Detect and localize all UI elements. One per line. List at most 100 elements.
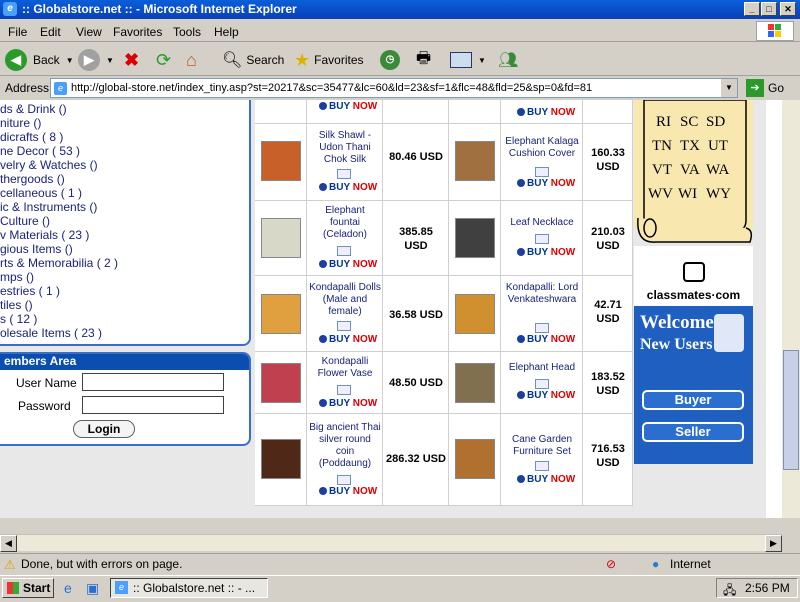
state-link[interactable]: TN [652,138,672,155]
menu-favorites[interactable]: Favorites [113,25,162,39]
state-link[interactable]: WI [678,186,697,203]
stop-button[interactable]: ✖ [124,47,139,73]
classmates-ad[interactable]: classmates·com [634,246,753,306]
menu-edit[interactable]: Edit [40,25,61,39]
buy-now-button[interactable]: BUY NOW [319,259,377,270]
state-link[interactable]: TX [680,138,700,155]
state-link[interactable]: WY [706,186,731,203]
product-name[interactable]: Leaf Necklace [504,217,580,229]
category-item[interactable]: ne Decor ( 53 ) [0,144,80,158]
chevron-down-icon[interactable]: ▼ [478,56,486,65]
category-item[interactable]: mps () [0,270,34,284]
scroll-left-arrow-icon[interactable]: ◀ [0,535,17,552]
category-item[interactable]: dicrafts ( 8 ) [0,130,63,144]
product-image[interactable] [455,141,495,181]
buy-now-button[interactable]: BUY NOW [517,178,575,189]
minimize-button[interactable]: _ [744,2,760,16]
buy-now-button[interactable]: BUY NOW [319,486,377,497]
print-button[interactable]: 🖶 [416,47,431,73]
home-button[interactable]: ⌂ [186,47,197,73]
camera-icon[interactable] [535,231,549,245]
user-name-input[interactable] [82,373,224,391]
buy-now-button[interactable]: BUY NOW [517,390,575,401]
product-image[interactable] [455,294,495,334]
product-image[interactable] [455,218,495,258]
product-image[interactable] [455,439,495,479]
network-icon[interactable]: 🖧 [723,581,736,602]
camera-icon[interactable] [535,458,549,472]
category-item[interactable]: tiles () [0,298,33,312]
buy-now-button[interactable]: BUY NOW [319,334,377,345]
state-link[interactable]: UT [708,138,728,155]
category-item[interactable]: ds & Drink () [0,102,67,116]
buy-now-button[interactable]: BUY NOW [319,398,377,409]
history-button[interactable]: ◷ [380,47,400,73]
close-button[interactable]: ✕ [780,2,796,16]
buy-now-button[interactable]: BUY NOW [319,101,377,112]
menu-file[interactable]: File [8,25,27,39]
camera-icon[interactable] [535,376,549,390]
password-input[interactable] [82,396,224,414]
product-name[interactable]: Kondapalli Dolls (Male and female) [309,282,381,318]
category-item[interactable]: cellaneous ( 1 ) [0,186,82,200]
taskbar-window-button[interactable]: e :: Globalstore.net :: - ... [110,578,268,598]
product-name[interactable]: Kondapalli: Lord Venkateshwara [504,282,580,306]
menu-view[interactable]: View [76,25,102,39]
category-item[interactable]: Culture () [0,214,50,228]
buy-now-button[interactable]: BUY NOW [517,247,575,258]
back-button[interactable]: ◀ Back ▼ [5,47,74,73]
desktop-quicklaunch-icon[interactable]: ▣ [86,580,99,597]
start-button[interactable]: Start [2,578,54,598]
product-image[interactable] [261,218,301,258]
category-item[interactable]: thergoods () [0,172,65,186]
product-image[interactable] [261,363,301,403]
edit-button[interactable]: ▼ [450,47,486,73]
warning-icon[interactable]: ⚠ [4,557,16,573]
go-arrow-icon[interactable]: ➔ [746,79,764,97]
seller-button[interactable]: Seller [642,422,744,442]
product-name[interactable]: Big ancient Thai silver round coin (Podd… [309,422,381,470]
state-link[interactable]: WV [648,186,673,203]
category-item[interactable]: velry & Watches () [0,158,98,172]
product-name[interactable]: Cane Garden Furniture Set [504,434,580,458]
chevron-down-icon[interactable]: ▼ [106,56,114,65]
state-link[interactable]: RI [656,114,671,131]
camera-icon[interactable] [337,472,351,486]
product-image[interactable] [261,294,301,334]
menu-help[interactable]: Help [214,25,239,39]
category-item[interactable]: ic & Instruments () [0,200,97,214]
camera-icon[interactable] [337,166,351,180]
camera-icon[interactable] [535,320,549,334]
login-button[interactable]: Login [73,420,135,438]
category-item[interactable]: gious Items () [0,242,73,256]
scrollbar-thumb[interactable] [783,350,799,470]
buyer-button[interactable]: Buyer [642,390,744,410]
vertical-scrollbar[interactable] [782,100,800,518]
ie-quicklaunch-icon[interactable]: e [64,580,72,596]
product-name[interactable]: Elephant Kalaga Cushion Cover [504,136,580,160]
forward-button[interactable]: ▶ ▼ [78,47,114,73]
buy-now-button[interactable]: BUY NOW [517,474,575,485]
camera-icon[interactable] [337,318,351,332]
state-link[interactable]: VA [680,162,700,179]
category-item[interactable]: estries ( 1 ) [0,284,60,298]
camera-icon[interactable] [535,164,549,178]
menu-tools[interactable]: Tools [173,25,201,39]
category-item[interactable]: s ( 12 ) [0,312,37,326]
refresh-button[interactable]: ⟳ [156,47,171,73]
product-name[interactable]: Elephant Head [504,362,580,374]
buy-now-button[interactable]: BUY NOW [517,334,575,345]
camera-icon[interactable] [337,243,351,257]
buy-now-button[interactable]: BUY NOW [517,107,575,118]
address-input[interactable]: e http://global-store.net/index_tiny.asp… [50,78,738,98]
category-item[interactable]: rts & Memorabilia ( 2 ) [0,256,118,270]
category-item[interactable]: v Materials ( 23 ) [0,228,89,242]
scroll-right-arrow-icon[interactable]: ▶ [765,535,782,552]
maximize-button[interactable]: □ [761,2,777,16]
product-name[interactable]: Elephant fountai (Celadon) [311,205,379,241]
state-link[interactable]: SC [680,114,698,131]
buy-now-button[interactable]: BUY NOW [319,182,377,193]
state-link[interactable]: VT [652,162,672,179]
horizontal-scrollbar[interactable]: ◀ ▶ [0,534,782,552]
camera-icon[interactable] [337,382,351,396]
